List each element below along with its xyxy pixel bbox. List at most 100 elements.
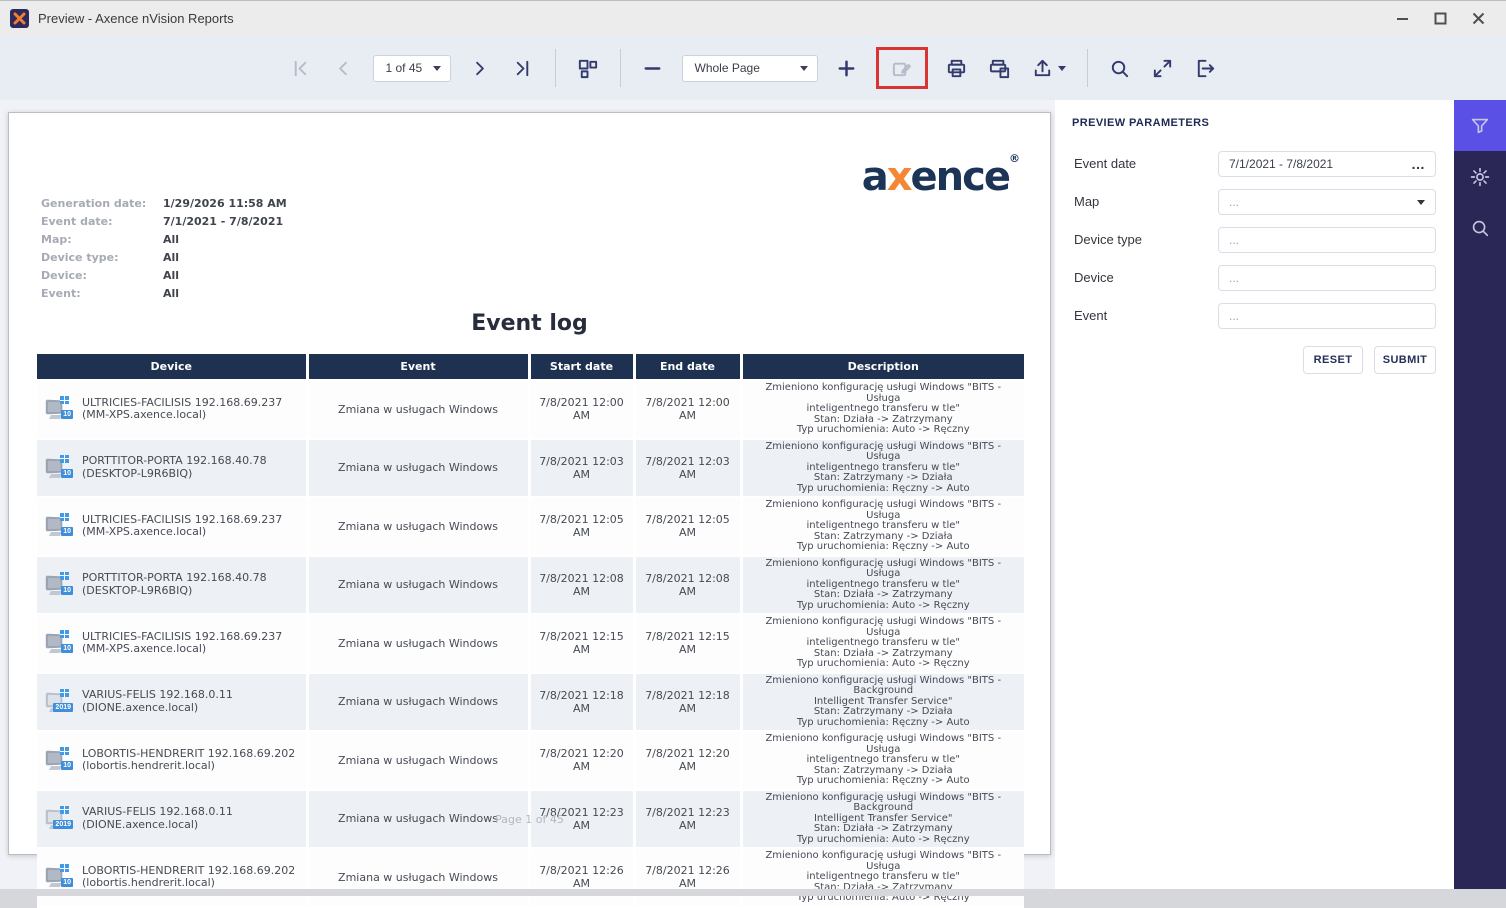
param-row-event-date: Event date 7/1/2021 - 7/8/2021 … <box>1055 151 1454 177</box>
chevron-down-icon <box>799 65 808 71</box>
report-page: axence® Generation date: 1/29/2026 11:58 … <box>8 112 1051 908</box>
param-row-map: Map ... <box>1055 189 1454 215</box>
next-page-button[interactable] <box>466 54 494 82</box>
table-row: 10 LOBORTIS-HENDRERIT 192.168.69.202 (lo… <box>37 848 1024 908</box>
table-row: 10 ULTRICIES-FACILISIS 192.168.69.237 (M… <box>37 497 1024 557</box>
maximize-button[interactable] <box>1426 6 1454 32</box>
edit-report-button[interactable] <box>888 54 916 82</box>
last-page-button[interactable] <box>509 54 537 82</box>
device-type-field[interactable]: ... <box>1218 227 1436 253</box>
event-name: Zmiana w usługach Windows <box>305 614 529 674</box>
event-description: Zmieniono konfigurację usługi Windows "B… <box>739 848 1024 908</box>
meta-value: 7/1/2021 - 7/8/2021 <box>163 215 284 228</box>
device-name: ULTRICIES-FACILISIS 192.168.69.237 (MM-X… <box>82 629 283 656</box>
zoom-in-button[interactable] <box>833 54 861 82</box>
fullscreen-button[interactable] <box>1149 54 1177 82</box>
page-footer: Page 1 of 45 <box>495 813 564 826</box>
start-date: 7/8/2021 12:00 AM <box>527 380 634 440</box>
device-icon: 10 <box>45 454 73 481</box>
event-name: Zmiana w usługach Windows <box>305 672 529 732</box>
device-name: PORTTITOR-PORTA 192.168.40.78 (DESKTOP-L… <box>82 571 267 597</box>
os-badge: 2019 <box>53 702 73 712</box>
device-icon: 10 <box>45 630 73 656</box>
table-row: 10 PORTTITOR-PORTA 192.168.40.78 (DESKTO… <box>37 438 1024 498</box>
chevron-down-icon[interactable] <box>1417 199 1425 205</box>
titlebar: Preview - Axence nVision Reports <box>0 0 1506 36</box>
event-name: Zmiana w usługach Windows <box>305 848 529 908</box>
end-date: 7/8/2021 12:26 AM <box>632 848 741 908</box>
toolbar: 1 of 45 Whole Page <box>0 36 1506 100</box>
meta-label: Device: <box>41 269 87 282</box>
meta-value: All <box>163 251 180 264</box>
event-description: Zmieniono konfigurację usługi Windows "B… <box>739 438 1024 498</box>
meta-label: Event date: <box>41 215 113 228</box>
device-icon: 10 <box>45 513 73 539</box>
export-button[interactable] <box>1029 54 1069 82</box>
column-header-start-date: Start date <box>527 354 634 381</box>
event-description: Zmieniono konfigurację usługi Windows "B… <box>739 380 1024 440</box>
event-name: Zmiana w usługach Windows <box>305 438 529 498</box>
toolbar-separator <box>619 49 621 87</box>
print-button[interactable] <box>943 54 971 82</box>
device-name: LOBORTIS-HENDRERIT 192.168.69.202 (lobor… <box>82 863 296 890</box>
param-row-device-type: Device type ... <box>1055 227 1454 253</box>
print-page-setup-button[interactable] <box>986 54 1014 82</box>
reset-button[interactable]: RESET <box>1303 346 1363 374</box>
map-select[interactable]: ... <box>1218 189 1436 215</box>
event-field[interactable]: ... <box>1218 303 1436 329</box>
minimize-button[interactable] <box>1388 6 1416 32</box>
page-number-select[interactable]: 1 of 45 <box>372 54 451 82</box>
start-date: 7/8/2021 12:05 AM <box>527 497 634 557</box>
event-date-field[interactable]: 7/1/2021 - 7/8/2021 … <box>1218 151 1436 177</box>
event-name: Zmiana w usługach Windows <box>305 555 529 615</box>
device-name: PORTTITOR-PORTA 192.168.40.78 (DESKTOP-L… <box>82 454 267 480</box>
column-header-device: Device <box>37 354 307 381</box>
previous-page-button[interactable] <box>330 54 358 82</box>
start-date: 7/8/2021 12:08 AM <box>527 555 634 615</box>
report-meta: Generation date: 1/29/2026 11:58 AM Event… <box>41 195 287 303</box>
end-date: 7/8/2021 12:03 AM <box>632 438 741 498</box>
zoom-out-button[interactable] <box>639 54 667 82</box>
column-header-event: Event <box>305 354 529 381</box>
device-icon: 10 <box>45 864 73 890</box>
event-description: Zmieniono konfigurację usługi Windows "B… <box>739 497 1024 557</box>
param-row-event: Event ... <box>1055 303 1454 329</box>
multi-page-view-button[interactable] <box>574 54 602 82</box>
gear-icon <box>1470 167 1490 186</box>
meta-label: Device type: <box>41 251 119 264</box>
parameters-heading: PREVIEW PARAMETERS <box>1072 117 1210 129</box>
device-name: ULTRICIES-FACILISIS 192.168.69.237 (MM-X… <box>82 512 283 539</box>
column-header-description: Description <box>739 354 1024 381</box>
first-page-button[interactable] <box>287 54 315 82</box>
event-name: Zmiana w usługach Windows <box>305 380 529 440</box>
device-name: ULTRICIES-FACILISIS 192.168.69.237 (MM-X… <box>82 395 283 422</box>
end-date: 7/8/2021 12:08 AM <box>632 555 741 615</box>
meta-value: 1/29/2026 11:58 AM <box>163 197 287 210</box>
os-badge: 10 <box>61 761 73 771</box>
param-label: Device <box>1074 270 1114 285</box>
right-sidebar <box>1454 100 1506 889</box>
table-header-row: Device Event Start date End date Descrip… <box>37 354 1024 381</box>
param-label: Device type <box>1074 232 1142 247</box>
toolbar-separator <box>554 49 556 87</box>
report-title: Event log <box>471 311 588 336</box>
search-tab[interactable] <box>1454 202 1506 253</box>
ellipsis-button[interactable]: … <box>1411 157 1425 171</box>
event-description: Zmieniono konfigurację usługi Windows "B… <box>739 672 1024 732</box>
close-preview-button[interactable] <box>1192 54 1220 82</box>
zoom-level-select[interactable]: Whole Page <box>681 54 818 82</box>
settings-tab[interactable] <box>1454 151 1506 202</box>
close-button[interactable] <box>1464 6 1492 32</box>
table-row: 10 ULTRICIES-FACILISIS 192.168.69.237 (M… <box>37 614 1024 674</box>
device-name: LOBORTIS-HENDRERIT 192.168.69.202 (lobor… <box>82 746 296 773</box>
start-date: 7/8/2021 12:15 AM <box>527 614 634 674</box>
event-table-body: 10 ULTRICIES-FACILISIS 192.168.69.237 (M… <box>37 380 1024 908</box>
window-bottom-edge <box>0 889 1506 896</box>
submit-button[interactable]: SUBMIT <box>1374 346 1436 374</box>
filter-tab[interactable] <box>1454 100 1506 151</box>
start-date: 7/8/2021 12:18 AM <box>527 672 634 732</box>
os-badge: 10 <box>61 878 73 888</box>
search-button[interactable] <box>1106 54 1134 82</box>
device-field[interactable]: ... <box>1218 265 1436 291</box>
end-date: 7/8/2021 12:20 AM <box>632 731 741 791</box>
